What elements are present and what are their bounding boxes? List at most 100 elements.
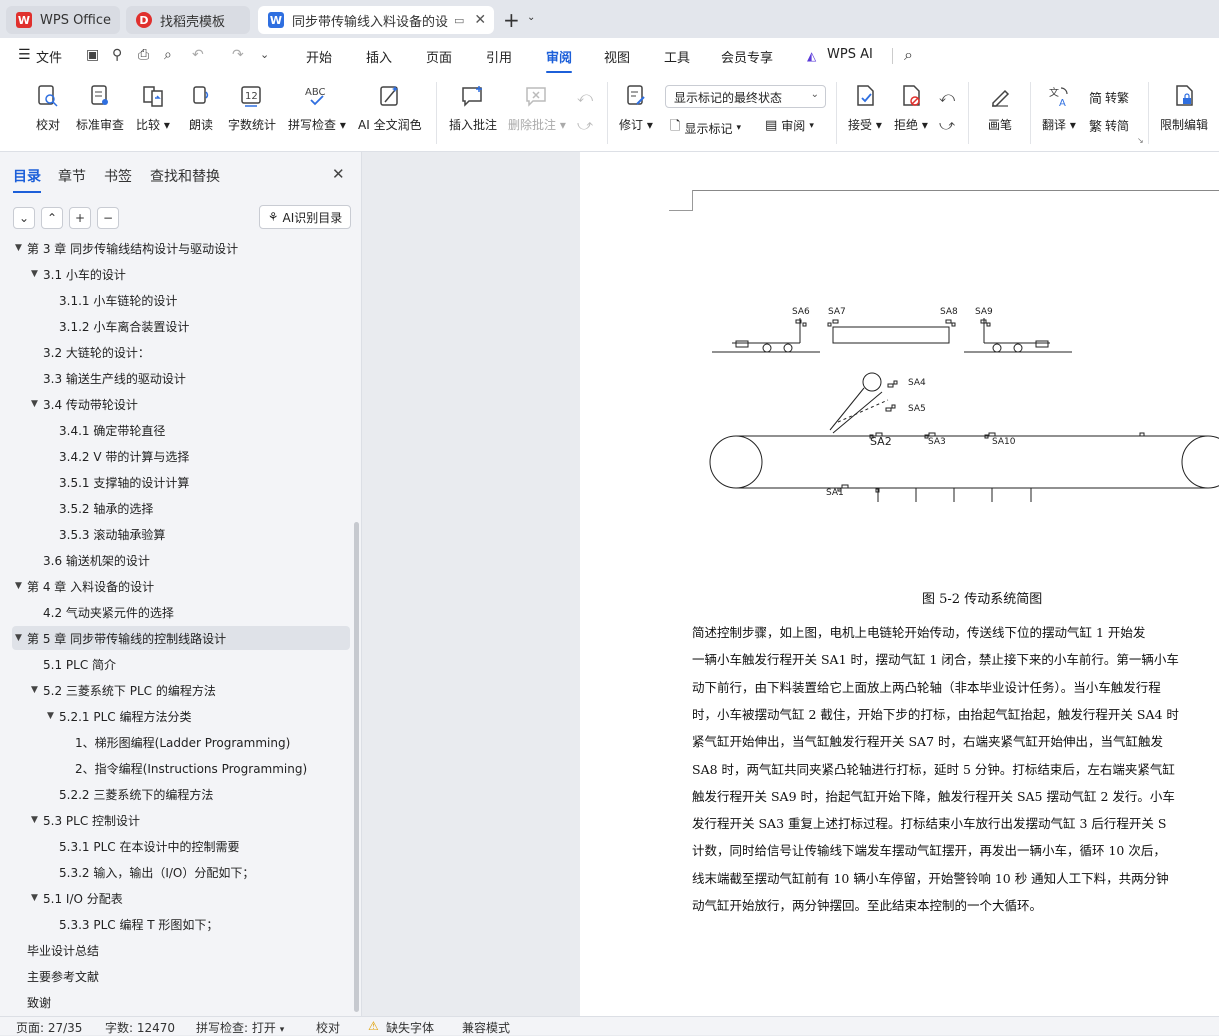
- toc-item[interactable]: 4.2 气动夹紧元件的选择: [12, 600, 350, 624]
- toc-item[interactable]: 3.6 输送机架的设计: [12, 548, 350, 572]
- new-tab-icon[interactable]: +: [503, 8, 520, 32]
- ai-toc-button[interactable]: ⚘ AI识别目录: [259, 205, 351, 229]
- menu-tools[interactable]: 工具: [664, 47, 690, 66]
- collapse-all-button[interactable]: ⌄: [13, 207, 35, 229]
- toc-item[interactable]: 主要参考文献: [12, 964, 350, 988]
- read-aloud-button[interactable]: 朗读: [187, 82, 215, 133]
- menu-insert[interactable]: 插入: [366, 47, 392, 66]
- print-icon[interactable]: ⎙: [138, 47, 149, 63]
- expand-arrow-icon[interactable]: ▼: [31, 893, 38, 903]
- expand-arrow-icon[interactable]: ▼: [15, 633, 22, 643]
- expand-arrow-icon[interactable]: ▼: [15, 243, 22, 253]
- print-preview-icon[interactable]: ⌕: [164, 47, 172, 63]
- standard-review-button[interactable]: 标准审查: [76, 82, 124, 133]
- translate-button[interactable]: 文A 翻译 ▾: [1042, 82, 1076, 133]
- remove-heading-button[interactable]: −: [97, 207, 119, 229]
- toc-item[interactable]: ▼ 5.2 三菱系统下 PLC 的编程方法: [12, 678, 350, 702]
- expand-arrow-icon[interactable]: ▼: [31, 399, 38, 409]
- expand-group-icon[interactable]: ↘: [1137, 136, 1144, 145]
- accept-button[interactable]: 接受 ▾: [848, 82, 882, 133]
- chevron-down-icon[interactable]: ⌄: [260, 48, 269, 61]
- chevron-down-icon[interactable]: ⌄: [527, 12, 535, 23]
- toc-item[interactable]: 5.2.2 三菱系统下的编程方法: [12, 782, 350, 806]
- expand-arrow-icon[interactable]: ▼: [31, 815, 38, 825]
- delete-comment-button[interactable]: 删除批注 ▾: [508, 82, 566, 133]
- menu-home[interactable]: 开始: [306, 47, 332, 66]
- ai-polish-button[interactable]: AI 全文润色: [358, 82, 422, 133]
- previous-change-icon[interactable]: ⤺: [939, 88, 955, 106]
- previous-comment-icon[interactable]: ⤺: [577, 88, 593, 106]
- menu-review[interactable]: 审阅: [546, 47, 573, 73]
- monitor-icon[interactable]: ▭: [454, 14, 464, 27]
- toc-item[interactable]: 3.4.2 V 带的计算与选择: [12, 444, 350, 468]
- menu-view[interactable]: 视图: [604, 47, 630, 66]
- reject-button[interactable]: 拒绝 ▾: [894, 82, 928, 133]
- pen-button[interactable]: 画笔: [986, 82, 1014, 133]
- show-markup-button[interactable]: 🗋 显示标记 ▾: [670, 117, 741, 139]
- menu-references[interactable]: 引用: [486, 47, 512, 66]
- tab-wps-office[interactable]: W WPS Office: [6, 6, 120, 34]
- spell-check-button[interactable]: ABC 拼写检查 ▾: [288, 82, 346, 133]
- undo-icon[interactable]: ↶: [192, 47, 204, 63]
- toc-item[interactable]: 5.1 PLC 简介: [12, 652, 350, 676]
- tab-chapters[interactable]: 章节: [58, 166, 86, 186]
- menu-member[interactable]: 会员专享: [721, 47, 773, 66]
- track-changes-button[interactable]: 修订 ▾: [619, 82, 653, 133]
- redo-icon[interactable]: ↷: [232, 47, 244, 63]
- toc-item[interactable]: 3.2 大链轮的设计：: [12, 340, 350, 364]
- page-indicator[interactable]: 页面: 27/35: [16, 1019, 82, 1036]
- toc-item[interactable]: 致谢: [12, 990, 350, 1014]
- tab-toc[interactable]: 目录: [13, 166, 41, 193]
- proofread-status[interactable]: 校对: [316, 1019, 340, 1036]
- menu-page[interactable]: 页面: [426, 47, 452, 66]
- menu-file[interactable]: 文件: [36, 47, 62, 66]
- tab-find-replace[interactable]: 查找和替换: [150, 166, 220, 186]
- search-icon[interactable]: ⌕: [904, 45, 913, 65]
- tab-bookmarks[interactable]: 书签: [104, 166, 132, 186]
- toc-item[interactable]: 1、梯形图编程(Ladder Programming): [12, 730, 350, 754]
- toc-item[interactable]: 3.5.3 滚动轴承验算: [12, 522, 350, 546]
- toc-item[interactable]: ▼ 5.3 PLC 控制设计: [12, 808, 350, 832]
- insert-comment-button[interactable]: 插入批注: [449, 82, 497, 133]
- display-mode-select[interactable]: 显示标记的最终状态 ⌄: [665, 85, 826, 108]
- toc-item[interactable]: 2、指令编程(Instructions Programming): [12, 756, 350, 780]
- toc-item[interactable]: ▼ 3.1 小车的设计: [12, 262, 350, 286]
- toc-item[interactable]: ▼ 第 3 章 同步传输线结构设计与驱动设计: [12, 242, 350, 260]
- word-count-indicator[interactable]: 字数: 12470: [105, 1019, 175, 1036]
- toc-item[interactable]: 5.3.1 PLC 在本设计中的控制需要: [12, 834, 350, 858]
- tab-docer-templates[interactable]: D 找稻壳模板: [126, 6, 250, 34]
- toc-item[interactable]: ▼ 5.2.1 PLC 编程方法分类: [12, 704, 350, 728]
- missing-font-status[interactable]: 缺失字体: [386, 1019, 434, 1036]
- expand-up-button[interactable]: ⌃: [41, 207, 63, 229]
- expand-arrow-icon[interactable]: ▼: [15, 581, 22, 591]
- add-heading-button[interactable]: +: [69, 207, 91, 229]
- save-icon[interactable]: ▣: [86, 47, 99, 63]
- tab-current-document[interactable]: W 同步带传输线入料设备的设计 ▭ ✕: [258, 6, 494, 34]
- toc-item[interactable]: 3.1.1 小车链轮的设计: [12, 288, 350, 312]
- toc-item[interactable]: 5.3.3 PLC 编程 T 形图如下；: [12, 912, 350, 936]
- expand-arrow-icon[interactable]: ▼: [31, 269, 38, 279]
- toc-item[interactable]: ▼ 第 5 章 同步带传输线的控制线路设计: [12, 626, 350, 650]
- toc-item[interactable]: 5.3.2 输入，输出（I/O）分配如下；: [12, 860, 350, 884]
- toc-item[interactable]: 3.4.1 确定带轮直径: [12, 418, 350, 442]
- toc-item[interactable]: ▼ 第 4 章 入料设备的设计: [12, 574, 350, 598]
- toc-item[interactable]: 3.1.2 小车离合装置设计: [12, 314, 350, 338]
- close-panel-icon[interactable]: ✕: [332, 165, 345, 183]
- to-simplified-button[interactable]: 繁 转简: [1089, 116, 1129, 135]
- reviewing-pane-button[interactable]: ▤ 审阅 ▾: [765, 117, 814, 134]
- expand-arrow-icon[interactable]: ▼: [47, 711, 54, 721]
- toc-item[interactable]: 毕业设计总结: [12, 938, 350, 962]
- toc-item[interactable]: 3.5.2 轴承的选择: [12, 496, 350, 520]
- restrict-edit-button[interactable]: 限制编辑: [1160, 82, 1208, 133]
- toc-scrollbar[interactable]: [354, 522, 359, 1012]
- word-count-button[interactable]: 12 字数统计: [228, 82, 276, 133]
- close-tab-icon[interactable]: ✕: [474, 12, 486, 28]
- share-icon[interactable]: ⚲: [112, 47, 122, 63]
- toc-item[interactable]: ▼ 3.4 传动带轮设计: [12, 392, 350, 416]
- menu-wps-ai[interactable]: WPS AI: [827, 47, 873, 62]
- toc-item[interactable]: 3.3 输送生产线的驱动设计: [12, 366, 350, 390]
- proofread-button[interactable]: 校对: [34, 82, 62, 133]
- next-comment-icon[interactable]: ⤻: [577, 116, 593, 134]
- spell-check-status[interactable]: 拼写检查: 打开 ▾: [196, 1019, 284, 1036]
- compare-button[interactable]: 比较 ▾: [136, 82, 170, 133]
